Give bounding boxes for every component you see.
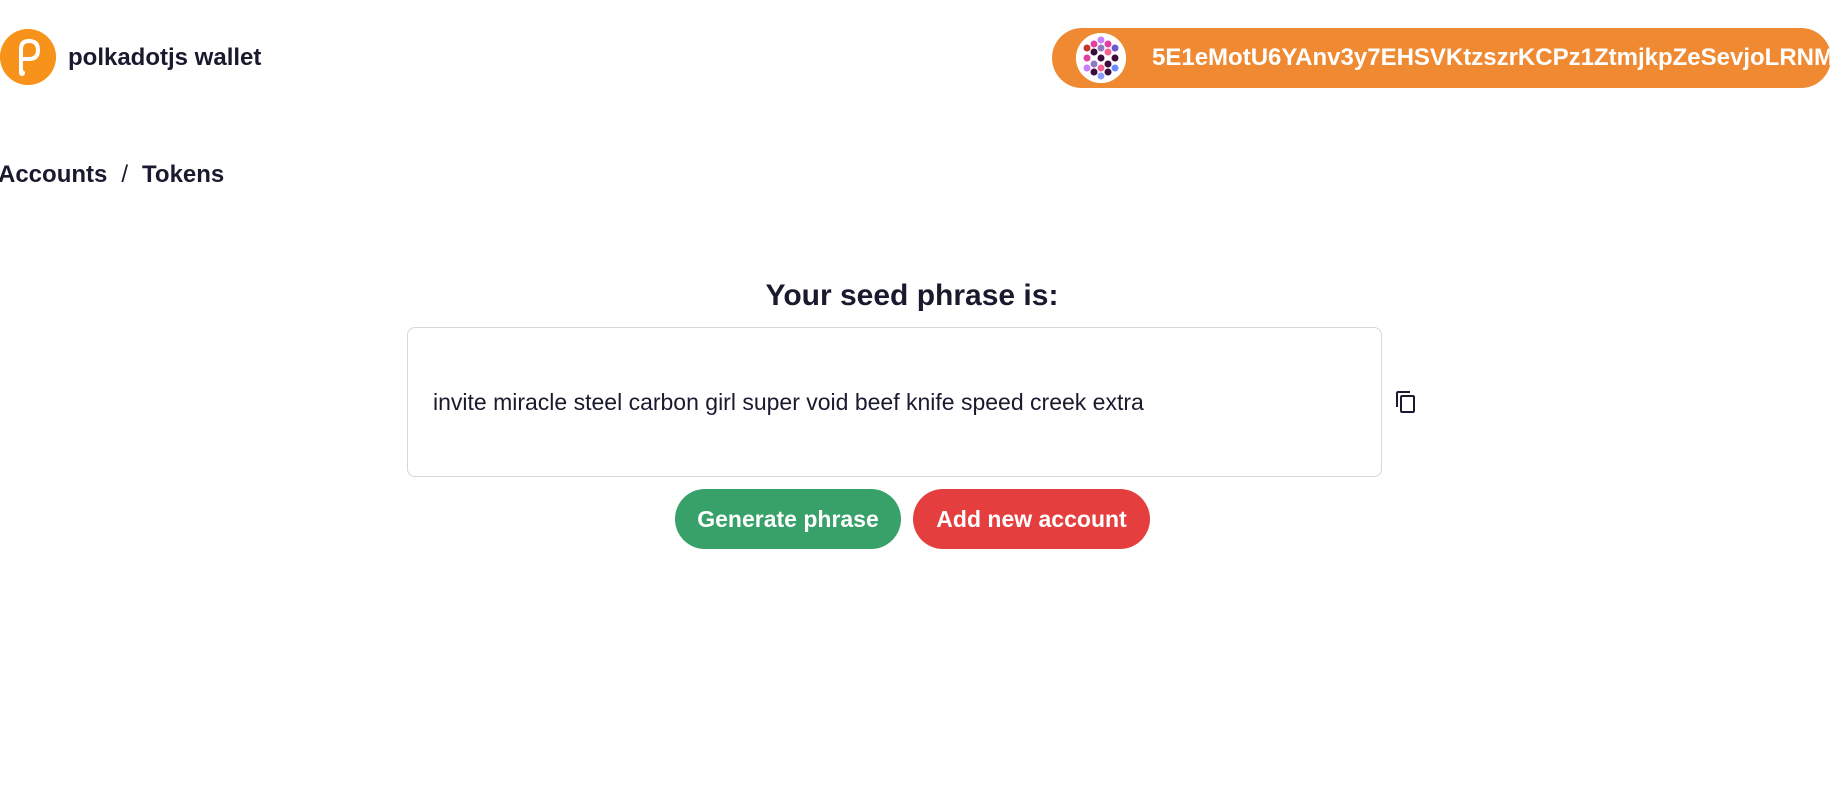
account-address: 5E1eMotU6YAnv3y7EHSVKtzszrKCPz1ZtmjkpZeS… [1152,44,1834,71]
breadcrumb: Accounts / Tokens [0,161,224,189]
page-title: Your seed phrase is: [765,279,1059,312]
page: polkadotjs wallet 5E1eMotU6YAnv3y7EHSVKt… [0,0,1847,792]
account-selector[interactable]: 5E1eMotU6YAnv3y7EHSVKtzszrKCPz1ZtmjkpZeS… [1052,28,1834,88]
copy-icon[interactable] [1392,388,1420,416]
seed-phrase-box[interactable]: invite miracle steel carbon girl super v… [407,327,1382,477]
breadcrumb-separator: / [121,161,129,188]
add-new-account-button[interactable]: Add new account [913,489,1150,549]
identicon-icon [1076,33,1126,83]
breadcrumb-accounts[interactable]: Accounts [0,161,107,189]
generate-phrase-button[interactable]: Generate phrase [675,489,901,549]
app-name: polkadotjs wallet [68,44,262,71]
polkadot-logo-icon [0,29,56,85]
seed-phrase-text: invite miracle steel carbon girl super v… [433,388,1144,415]
breadcrumb-tokens[interactable]: Tokens [142,161,224,189]
